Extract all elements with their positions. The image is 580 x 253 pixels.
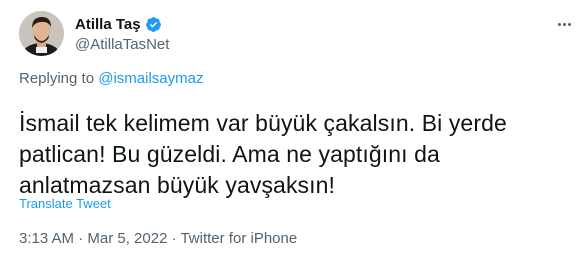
tweet-text: İsmail tek kelimem var büyük çakalsın. B… xyxy=(19,110,507,198)
tweet-timestamp[interactable]: 3:13 AM · Mar 5, 2022 · Twitter for iPho… xyxy=(19,230,297,247)
more-options-icon[interactable] xyxy=(554,14,574,34)
verified-badge-icon xyxy=(145,16,162,33)
replying-to: Replying to @ismailsaymaz xyxy=(19,70,203,87)
replying-to-mention-link[interactable]: @ismailsaymaz xyxy=(98,70,203,87)
author-display-name[interactable]: Atilla Taş xyxy=(75,16,141,33)
author-info: Atilla Taş @AtillaTasNet xyxy=(75,14,169,54)
author-handle[interactable]: @AtillaTasNet xyxy=(75,36,169,53)
author-avatar[interactable] xyxy=(19,11,64,56)
profile-photo-icon xyxy=(19,11,64,56)
tweet-card: Atilla Taş @AtillaTasNet Replying to @is… xyxy=(0,0,580,253)
translate-tweet-link[interactable]: Translate Tweet xyxy=(19,196,111,211)
replying-to-label: Replying to xyxy=(19,70,99,87)
